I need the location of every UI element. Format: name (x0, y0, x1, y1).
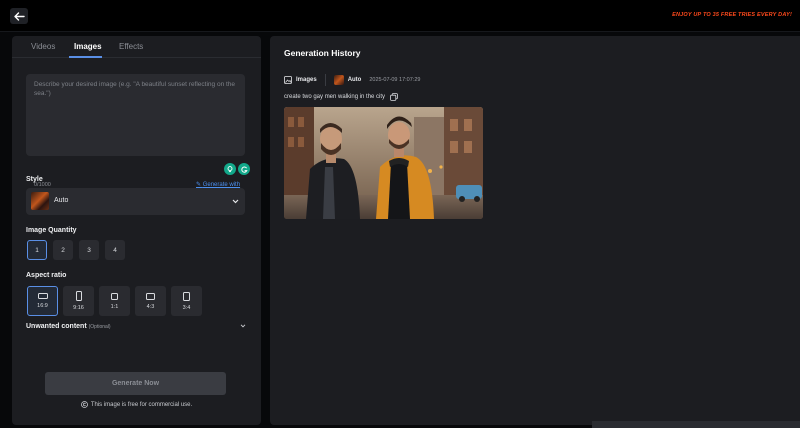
chevron-down-icon[interactable] (240, 324, 246, 328)
aspect-option-16-9[interactable]: 16:9 (27, 286, 58, 316)
style-thumbnail (333, 75, 344, 85)
quantity-option-4[interactable]: 4 (105, 240, 125, 260)
quantity-option-2[interactable]: 2 (53, 240, 73, 260)
history-style-label: Auto (347, 77, 362, 83)
divider (324, 74, 326, 86)
generate-now-button[interactable]: Generate Now (45, 372, 226, 395)
prompt-input[interactable]: Describe your desired image (e.g. "A bea… (26, 74, 250, 194)
bottom-edge-strip (592, 421, 800, 428)
quantity-option-1[interactable]: 1 (27, 240, 47, 260)
image-quantity-label: Image Quantity (26, 227, 77, 234)
style-label: Style (26, 176, 43, 183)
commercial-use-note: This image is free for commercial use. (12, 401, 261, 408)
arrow-left-icon (13, 11, 25, 21)
ai-helper-icons (224, 163, 250, 175)
aspect-option-9-16[interactable]: 9:16 (63, 286, 94, 316)
back-button[interactable] (10, 8, 28, 24)
tab-images[interactable]: Images (74, 42, 102, 51)
aspect-option-1-1[interactable]: 1:1 (99, 286, 130, 316)
aspect-label: 1:1 (110, 303, 119, 310)
copyright-icon (80, 401, 88, 408)
history-type-label: Images (296, 77, 317, 83)
landscape-frame-icon (37, 293, 48, 299)
lightbulb-icon[interactable] (224, 163, 236, 175)
history-prompt: create two gay men walking in the city (284, 93, 398, 101)
aspect-ratio-label: Aspect ratio (26, 272, 67, 279)
generated-image[interactable] (284, 107, 483, 219)
active-tab-indicator (69, 56, 102, 58)
unwanted-content-label: Unwanted content (26, 323, 87, 330)
history-meta: Images Auto 2025-07-09 17:07:29 (284, 74, 420, 86)
image-icon (284, 76, 292, 84)
quantity-option-3[interactable]: 3 (79, 240, 99, 260)
history-style: Auto (333, 75, 362, 85)
chevron-down-icon (232, 199, 239, 204)
aspect-option-3-4[interactable]: 3:4 (171, 286, 202, 316)
unwanted-content-toggle[interactable]: Unwanted content (Optional) (26, 323, 111, 330)
history-type: Images (284, 76, 317, 84)
history-timestamp: 2025-07-09 17:07:29 (369, 77, 421, 83)
square-frame-icon (111, 292, 118, 300)
optional-tag: (Optional) (88, 324, 111, 330)
tab-videos[interactable]: Videos (31, 42, 55, 51)
portrait-frame-icon (183, 291, 190, 301)
landscape-frame-icon (146, 292, 155, 300)
style-dropdown[interactable]: Auto (26, 188, 245, 215)
prompt-placeholder[interactable]: Describe your desired image (e.g. "A bea… (34, 80, 239, 98)
aspect-label: 4:3 (146, 303, 155, 310)
copy-icon[interactable] (390, 93, 398, 101)
top-bar: ENJOY UP TO 35 FREE TRIES EVERY DAY! (0, 0, 800, 32)
history-prompt-text: create two gay men walking in the city (284, 94, 386, 100)
aspect-label: 9:16 (73, 305, 84, 311)
portrait-frame-icon (75, 291, 82, 301)
aspect-option-4-3[interactable]: 4:3 (135, 286, 166, 316)
promo-banner[interactable]: ENJOY UP TO 35 FREE TRIES EVERY DAY! (672, 12, 792, 18)
commercial-use-text: This image is free for commercial use. (90, 401, 193, 408)
history-title: Generation History (284, 48, 361, 58)
history-panel: Generation History Images Auto 2025-07-0… (270, 36, 800, 425)
generator-panel: Videos Images Effects Describe your desi… (12, 36, 261, 425)
mode-tabs: Videos Images Effects (12, 36, 261, 58)
aspect-label: 16:9 (37, 303, 48, 309)
grammar-icon[interactable] (238, 163, 250, 175)
tab-effects[interactable]: Effects (119, 42, 143, 51)
aspect-label: 3:4 (182, 304, 191, 311)
style-value: Auto (54, 197, 69, 204)
style-thumbnail (31, 192, 49, 210)
